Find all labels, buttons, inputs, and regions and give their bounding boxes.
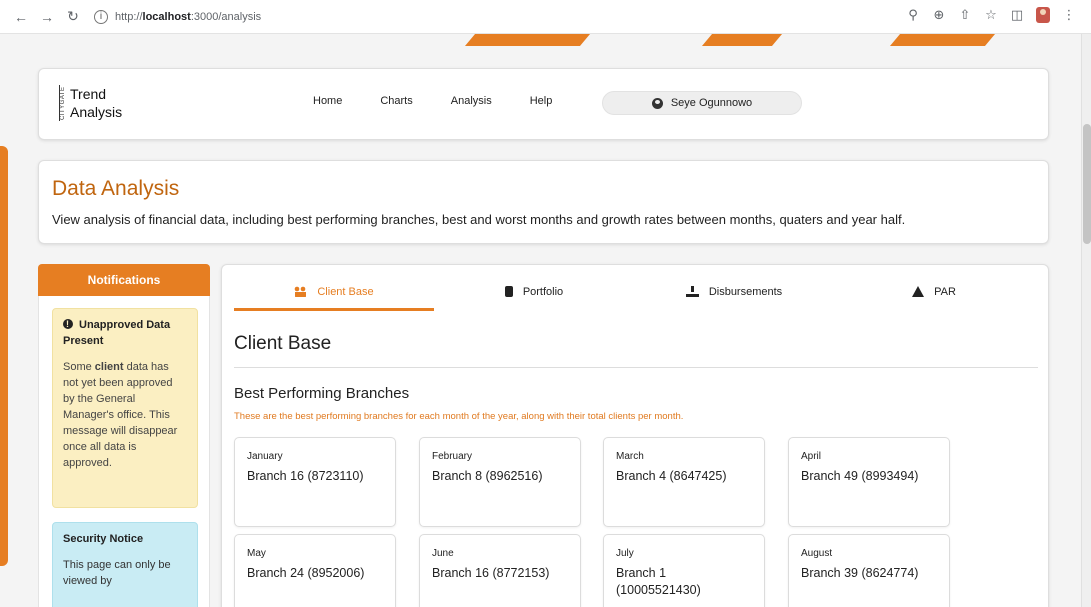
- url-prefix: http://: [115, 10, 143, 23]
- branch-value: Branch 4 (8647425): [616, 469, 727, 483]
- security-text: This page can only be viewed by: [63, 559, 171, 587]
- page-description: View analysis of financial data, includi…: [52, 212, 906, 227]
- tab-label: PAR: [934, 286, 956, 298]
- branch-month: May: [247, 548, 266, 559]
- user-pill[interactable]: Seye Ogunnowo: [602, 91, 802, 115]
- forward-arrow-icon[interactable]: →: [36, 6, 58, 28]
- section-title: Client Base: [234, 333, 332, 354]
- branch-card: July Branch 1 (10005521430): [603, 534, 765, 607]
- branch-value: Branch 16 (8772153): [432, 566, 550, 580]
- hand-money-icon: [685, 286, 699, 297]
- back-arrow-icon[interactable]: ←: [10, 6, 32, 28]
- security-title: Security Notice: [63, 533, 144, 545]
- decor-stripe: [889, 34, 996, 46]
- branch-month: January: [247, 451, 283, 462]
- browser-toolbar: ← → ↻ i http://localhost:3000/analysis ⚲…: [0, 0, 1091, 34]
- app-header: CITYGATE Trend Analysis Home Charts Anal…: [38, 68, 1049, 140]
- alert-text-part: Some: [63, 361, 95, 373]
- branch-month: March: [616, 451, 644, 462]
- tab-label: Client Base: [317, 286, 374, 298]
- alert-text-bold: client: [94, 361, 124, 373]
- decor-stripe: [701, 34, 783, 46]
- notifications-heading: Notifications: [38, 264, 210, 296]
- logo[interactable]: CITYGATE Trend Analysis: [59, 85, 122, 121]
- branch-value: Branch 39 (8624774): [801, 566, 919, 580]
- tab-disbursements[interactable]: Disbursements: [634, 279, 834, 311]
- branch-card: April Branch 49 (8993494): [788, 437, 950, 527]
- nav-charts[interactable]: Charts: [380, 95, 412, 107]
- logo-text: Trend Analysis: [70, 85, 122, 121]
- branch-month: February: [432, 451, 473, 462]
- logo-tag: CITYGATE: [59, 85, 67, 121]
- address-bar[interactable]: i http://localhost:3000/analysis: [94, 5, 261, 29]
- alert-text-part: data has not yet been approved by the Ge…: [63, 361, 178, 469]
- alert-title-text: Unapproved Data Present: [63, 319, 171, 347]
- url-host: localhost: [142, 10, 191, 23]
- notifications-panel: Notifications Unapproved Data Present So…: [38, 264, 210, 607]
- best-branches-description: These are the best performing branches f…: [234, 411, 684, 422]
- security-notice: Security Notice This page can only be vi…: [52, 522, 198, 607]
- branch-month: July: [616, 548, 634, 559]
- branch-month: August: [801, 548, 833, 559]
- analysis-tabs: Client Base Portfolio Disbursements PAR: [234, 279, 1034, 311]
- tab-label: Disbursements: [708, 286, 783, 298]
- key-icon[interactable]: ⚲: [905, 7, 921, 23]
- scrollbar-thumb[interactable]: [1083, 124, 1091, 244]
- branch-value: Branch 16 (8723110): [247, 469, 364, 483]
- branch-value: Branch 24 (8952006): [247, 566, 365, 580]
- page-title-card: Data Analysis View analysis of financial…: [38, 160, 1049, 244]
- branch-month: April: [801, 451, 822, 462]
- side-panel-icon[interactable]: ◫: [1009, 7, 1025, 23]
- nav-analysis[interactable]: Analysis: [451, 95, 492, 107]
- install-icon[interactable]: ⊕: [931, 7, 947, 23]
- alert-text: Some client data has not yet been approv…: [63, 359, 187, 471]
- section-divider: [234, 367, 1038, 368]
- briefcase-icon: [504, 286, 513, 297]
- branch-month: June: [432, 548, 454, 559]
- users-icon: [294, 286, 308, 297]
- bookmark-star-icon[interactable]: ☆: [983, 7, 999, 23]
- notifications-body: Unapproved Data Present Some client data…: [38, 296, 210, 607]
- tab-portfolio[interactable]: Portfolio: [434, 279, 634, 311]
- warning-triangle-icon: [912, 286, 925, 297]
- branch-card: January Branch 16 (8723110): [234, 437, 396, 527]
- branch-card: June Branch 16 (8772153): [419, 534, 581, 607]
- tab-par[interactable]: PAR: [834, 279, 1034, 311]
- tab-label: Portfolio: [522, 286, 564, 298]
- decor-stripe: [464, 34, 591, 46]
- branch-card: March Branch 4 (8647425): [603, 437, 765, 527]
- best-branches-title: Best Performing Branches: [234, 385, 410, 402]
- page-title: Data Analysis: [52, 177, 180, 200]
- page-viewport: CITYGATE Trend Analysis Home Charts Anal…: [0, 34, 1091, 607]
- browser-actions: ⚲ ⊕ ⇧ ☆ ◫ ⋮: [905, 7, 1077, 23]
- decor-edge: [0, 146, 8, 566]
- alert-title: Unapproved Data Present: [63, 316, 187, 349]
- page-scrollbar[interactable]: [1081, 34, 1091, 607]
- unapproved-data-alert: Unapproved Data Present Some client data…: [52, 308, 198, 508]
- site-info-icon[interactable]: i: [94, 9, 108, 24]
- branch-card: May Branch 24 (8952006): [234, 534, 396, 607]
- logo-line1: Trend: [70, 86, 107, 102]
- exclamation-circle-icon: [63, 316, 73, 332]
- branch-value: Branch 1 (10005521430): [616, 566, 701, 597]
- logo-line2: Analysis: [70, 104, 123, 120]
- tab-client-base[interactable]: Client Base: [234, 279, 434, 311]
- main-nav: Home Charts Analysis Help: [313, 95, 590, 107]
- url-path: :3000/analysis: [190, 10, 262, 23]
- menu-kebab-icon[interactable]: ⋮: [1061, 7, 1077, 23]
- branch-value: Branch 49 (8993494): [801, 469, 919, 483]
- share-icon[interactable]: ⇧: [957, 7, 973, 23]
- branch-card: February Branch 8 (8962516): [419, 437, 581, 527]
- branch-value: Branch 8 (8962516): [432, 469, 543, 483]
- nav-home[interactable]: Home: [313, 95, 342, 107]
- nav-help[interactable]: Help: [530, 95, 553, 107]
- profile-avatar-icon[interactable]: [1035, 7, 1051, 23]
- branch-card: August Branch 39 (8624774): [788, 534, 950, 607]
- analysis-panel: Client Base Portfolio Disbursements PAR …: [221, 264, 1049, 607]
- user-circle-icon: [651, 97, 663, 109]
- reload-icon[interactable]: ↻: [62, 6, 84, 28]
- user-name: Seye Ogunnowo: [670, 97, 753, 109]
